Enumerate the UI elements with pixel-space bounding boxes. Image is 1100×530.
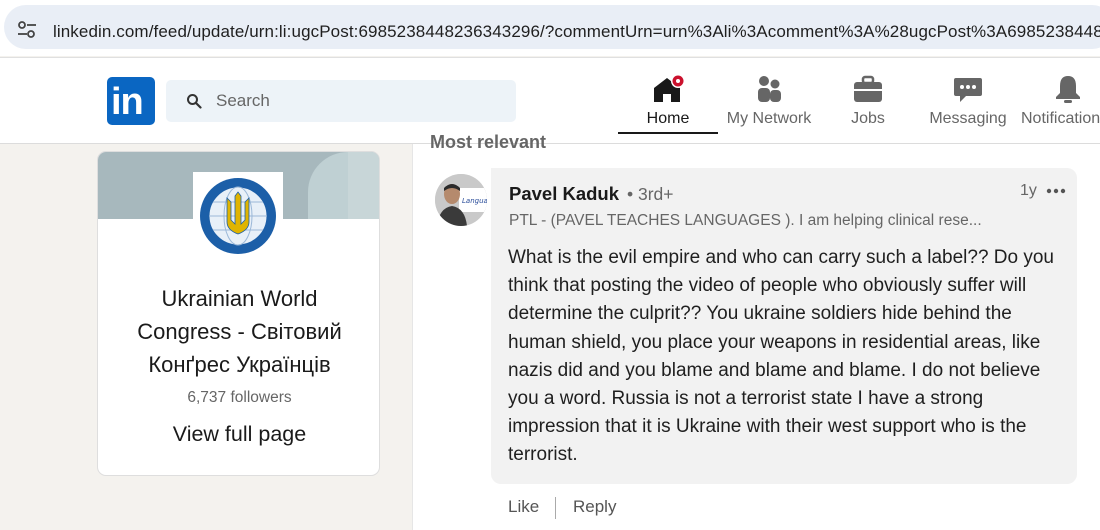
nav-notifications-label: Notifications bbox=[1021, 110, 1100, 127]
org-name[interactable]: Ukrainian World Congress - Світовий Конґ… bbox=[98, 282, 379, 381]
comment-author[interactable]: Pavel Kaduk bbox=[509, 183, 619, 205]
author-headline: PTL - (PAVEL TEACHES LANGUAGES ). I am h… bbox=[509, 212, 982, 229]
nav-notifications[interactable]: Notifications bbox=[1018, 72, 1100, 134]
linkedin-logo[interactable]: in bbox=[107, 77, 155, 125]
url-text[interactable]: linkedin.com/feed/update/urn:li:ugcPost:… bbox=[53, 22, 1100, 42]
reply-button[interactable]: Reply bbox=[573, 497, 616, 517]
globe-trident-icon bbox=[200, 178, 276, 254]
home-icon bbox=[654, 74, 684, 102]
active-underline bbox=[618, 132, 718, 134]
nav-messaging[interactable]: Messaging bbox=[922, 72, 1014, 134]
search-box[interactable] bbox=[166, 80, 516, 122]
svg-text:Languages: Languages bbox=[462, 197, 487, 205]
url-pill[interactable]: linkedin.com/feed/update/urn:li:ugcPost:… bbox=[4, 5, 1100, 49]
nav-jobs[interactable]: Jobs bbox=[828, 72, 908, 134]
comment-text: What is the evil empire and who can carr… bbox=[508, 247, 1054, 466]
briefcase-icon bbox=[854, 75, 882, 102]
connection-degree: • 3rd+ bbox=[627, 184, 674, 204]
view-full-page-link[interactable]: View full page bbox=[98, 422, 379, 447]
comment-time: 1y bbox=[1020, 182, 1037, 199]
site-settings-icon[interactable] bbox=[16, 19, 38, 41]
nav-my-network-label: My Network bbox=[726, 110, 812, 127]
search-input[interactable] bbox=[216, 80, 506, 122]
nav-messaging-label: Messaging bbox=[929, 110, 1007, 127]
sort-label[interactable]: Most relevant bbox=[430, 132, 546, 153]
people-icon bbox=[758, 76, 781, 102]
top-nav: in Home My Network Jobs bbox=[0, 57, 1100, 144]
message-bubble-icon bbox=[954, 78, 982, 102]
nav-home[interactable]: Home bbox=[618, 72, 718, 134]
org-logo[interactable] bbox=[193, 172, 283, 260]
more-options-icon[interactable] bbox=[1044, 181, 1068, 201]
follower-count: 6,737 followers bbox=[187, 389, 292, 406]
comments-section: Most relevant Languages Pavel Kaduk • 3r… bbox=[412, 132, 1100, 530]
bell-icon bbox=[1056, 76, 1080, 103]
search-icon bbox=[187, 94, 202, 109]
browser-address-bar: linkedin.com/feed/update/urn:li:ugcPost:… bbox=[0, 0, 1100, 56]
like-button[interactable]: Like bbox=[508, 497, 539, 517]
nav-home-label: Home bbox=[646, 110, 690, 127]
org-card: Ukrainian World Congress - Світовий Конґ… bbox=[97, 151, 380, 476]
nav-my-network[interactable]: My Network bbox=[718, 72, 820, 134]
comment-bubble: Pavel Kaduk • 3rd+ PTL - (PAVEL TEACHES … bbox=[491, 168, 1077, 484]
avatar[interactable]: Languages bbox=[435, 174, 487, 226]
action-divider bbox=[555, 497, 556, 519]
nav-jobs-label: Jobs bbox=[851, 110, 885, 127]
